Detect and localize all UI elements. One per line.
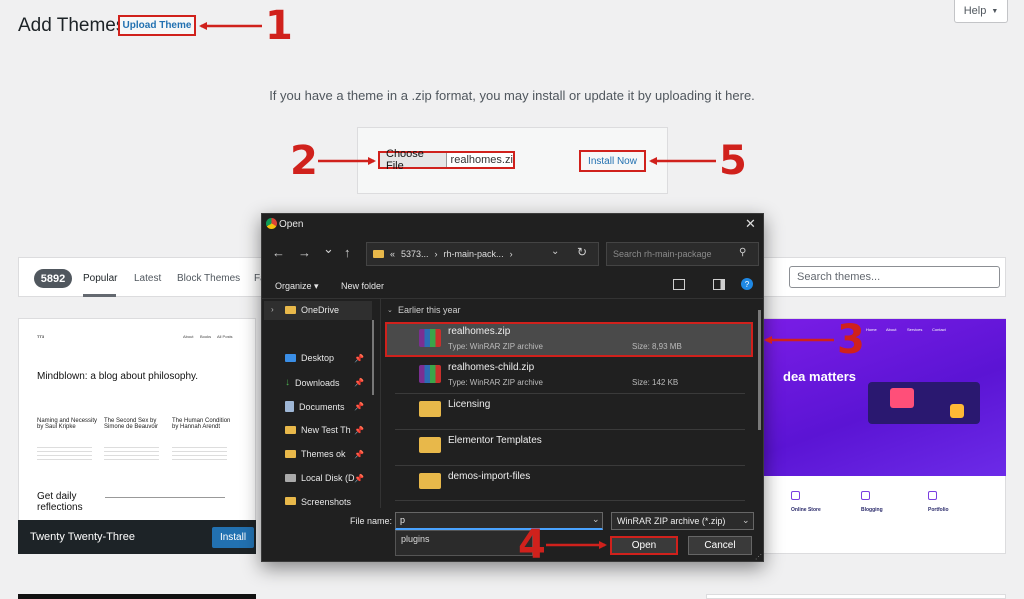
step-number-4: 4	[518, 522, 546, 568]
step-number-5: 5	[719, 138, 747, 184]
step-number-3: 3	[837, 317, 865, 363]
step-number-2: 2	[290, 138, 318, 184]
annotation-arrows	[199, 22, 834, 549]
step-number-1: 1	[265, 3, 293, 49]
